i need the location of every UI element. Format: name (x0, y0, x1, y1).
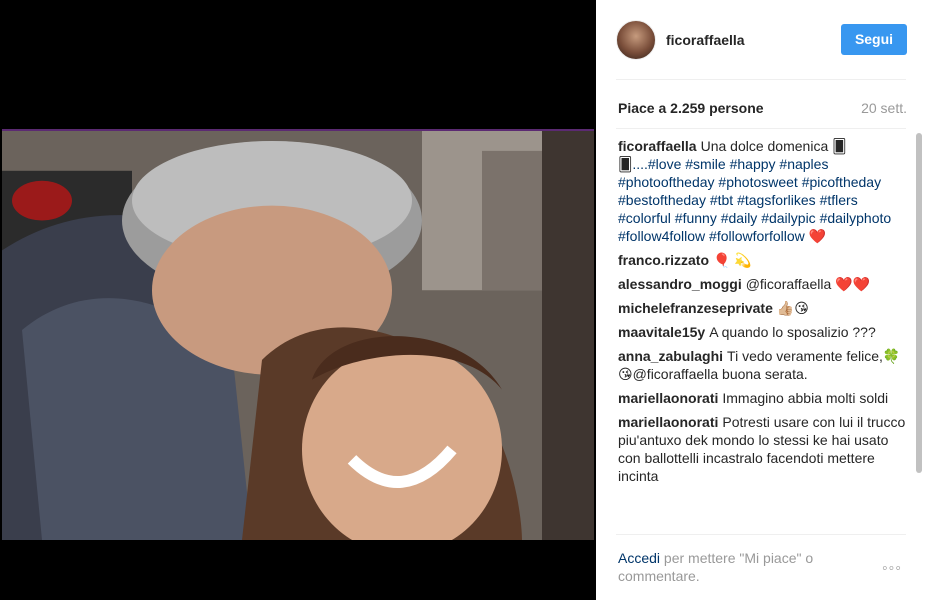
post-photo-illustration (2, 131, 594, 540)
comment-text: Immagino abbia molti soldi (722, 390, 889, 406)
comment-author[interactable]: michelefranzeseprivate (618, 300, 773, 316)
caption-text: Una dolce domenica (700, 138, 829, 154)
login-link[interactable]: Accedi (618, 550, 660, 566)
comment-item: anna_zabulaghi Ti vedo veramente felice,🍀… (618, 347, 908, 383)
comment-item: franco.rizzato 🎈 💫 (618, 251, 908, 269)
post-sidebar: ficoraffaella Segui Piace a 2.259 person… (596, 0, 929, 600)
comment-item: mariellaonorati Potresti usare con lui il… (618, 413, 908, 485)
post-media-pane (0, 0, 596, 600)
likes-divider (616, 128, 906, 129)
comment-author[interactable]: alessandro_moggi (618, 276, 742, 292)
comment-text: 🎈 💫 (713, 252, 752, 268)
login-prompt: Accedi per mettere "Mi piace" o commenta… (618, 549, 848, 585)
comment-text: @ficoraffaella ❤️❤️ (745, 276, 871, 292)
comment-item: mariellaonorati Immagino abbia molti sold… (618, 389, 908, 407)
comments-scrollbar[interactable] (914, 133, 924, 531)
comment-author[interactable]: franco.rizzato (618, 252, 709, 268)
caption-hashtags[interactable]: ....#love #smile #happy #naples #photoof… (618, 156, 891, 244)
follow-button[interactable]: Segui (841, 24, 907, 55)
comment-author[interactable]: mariellaonorati (618, 390, 718, 406)
comments-scroll-thumb[interactable] (916, 133, 922, 473)
comment-author[interactable]: mariellaonorati (618, 414, 718, 430)
comment-author[interactable]: anna_zabulaghi (618, 348, 723, 364)
comment-item: maavitale15y A quando lo sposalizio ??? (618, 323, 908, 341)
comment-author[interactable]: maavitale15y (618, 324, 705, 340)
more-options-icon[interactable]: ◦◦◦ (882, 560, 902, 578)
username-link[interactable]: ficoraffaella (666, 32, 745, 48)
comment-text: 👍🏼😘 (776, 300, 809, 316)
comments-list: ficoraffaella Una dolce domenica 🂠🂠....#l… (618, 137, 908, 529)
caption-author[interactable]: ficoraffaella (618, 138, 697, 154)
comment-item: alessandro_moggi @ficoraffaella ❤️❤️ (618, 275, 908, 293)
avatar[interactable] (616, 20, 656, 60)
post-timestamp[interactable]: 20 sett. (861, 100, 907, 116)
comment-text: A quando lo sposalizio ??? (709, 324, 876, 340)
likes-count[interactable]: Piace a 2.259 persone (618, 100, 764, 116)
header-divider (616, 79, 906, 80)
post-header: ficoraffaella Segui (596, 0, 929, 80)
comment-item: michelefranzeseprivate 👍🏼😘 (618, 299, 908, 317)
caption: ficoraffaella Una dolce domenica 🂠🂠....#l… (618, 137, 908, 245)
footer-divider (616, 534, 906, 535)
post-photo[interactable] (2, 129, 594, 540)
